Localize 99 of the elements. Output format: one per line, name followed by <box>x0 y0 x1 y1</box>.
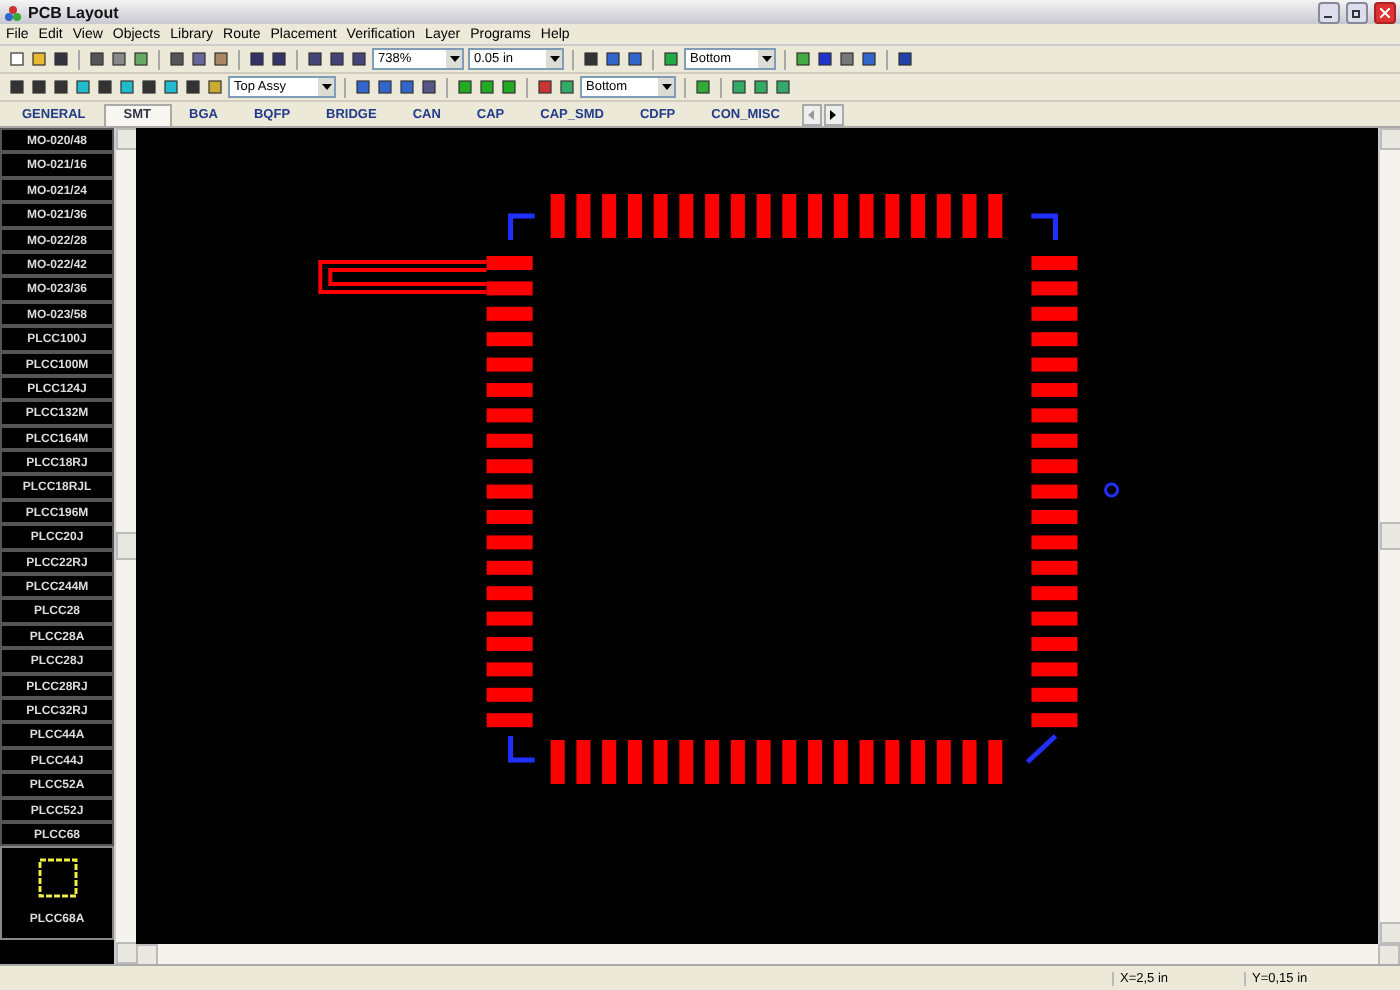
smd-pad <box>1031 713 1078 728</box>
smd-pad <box>486 357 533 372</box>
smd-pad <box>550 194 565 238</box>
smd-pad <box>602 194 617 238</box>
smd-pad <box>486 433 533 448</box>
smd-pad <box>988 194 1003 238</box>
smd-pad <box>1031 662 1078 677</box>
smd-pad <box>486 459 533 474</box>
smd-pad <box>1031 535 1078 550</box>
smd-pad <box>486 281 533 296</box>
smd-pad <box>486 510 533 524</box>
origin-marker <box>1104 482 1120 498</box>
smd-pad <box>627 194 642 238</box>
right-arrow-icon <box>830 110 837 120</box>
smd-pad <box>756 194 771 238</box>
dropdown-arrow-icon <box>449 56 459 62</box>
vertical-scrollbar[interactable] <box>1378 128 1400 944</box>
smd-pad <box>1031 408 1078 423</box>
smd-pad <box>730 740 745 784</box>
horizontal-scrollbar[interactable] <box>136 944 1400 964</box>
smd-pad <box>679 740 694 784</box>
smd-pad <box>627 740 642 784</box>
smd-pad <box>486 256 533 270</box>
smd-pad <box>911 740 926 784</box>
smd-pad <box>1031 611 1078 626</box>
smd-pad <box>808 194 823 238</box>
smd-pad <box>859 740 874 784</box>
dropdown-arrow-icon <box>321 84 331 90</box>
smd-pad <box>808 740 823 784</box>
smd-pad <box>486 611 533 626</box>
smd-pad <box>486 560 533 575</box>
smd-pad <box>782 740 797 784</box>
smd-pad <box>1031 510 1078 524</box>
smd-pad <box>1031 281 1078 296</box>
smd-pad <box>486 687 533 702</box>
smd-pad <box>962 740 977 784</box>
smd-pad <box>486 383 533 397</box>
left-arrow-icon <box>808 110 815 120</box>
smd-pad <box>1031 357 1078 372</box>
smd-pad <box>602 740 617 784</box>
smd-pad <box>705 740 720 784</box>
scroll-right-button[interactable] <box>823 104 844 126</box>
smd-pad <box>936 740 951 784</box>
smd-pad <box>911 194 926 238</box>
smd-pad <box>486 535 533 550</box>
smd-pad <box>486 662 533 677</box>
smd-pad <box>730 194 745 238</box>
app-icon <box>4 3 22 21</box>
smd-pad <box>1031 459 1078 474</box>
smd-pad <box>1031 586 1078 601</box>
dropdown-arrow-icon <box>549 56 559 62</box>
smd-pad <box>486 586 533 601</box>
smd-pad <box>1031 560 1078 575</box>
smd-pad <box>833 740 848 784</box>
smd-pad <box>1031 306 1078 321</box>
smd-pad <box>486 332 533 347</box>
smd-pad <box>486 306 533 321</box>
smd-pad <box>885 194 900 238</box>
minimize-button[interactable] <box>1318 1 1340 23</box>
smd-pad <box>1031 383 1078 397</box>
smd-pad <box>833 194 848 238</box>
pcb-canvas[interactable] <box>136 128 1378 944</box>
smd-pad <box>962 194 977 238</box>
smd-pad <box>859 194 874 238</box>
footprint-preview-icon <box>35 856 79 901</box>
smd-pad <box>756 740 771 784</box>
smd-pad <box>988 740 1003 784</box>
smd-pad <box>1031 433 1078 448</box>
smd-pad <box>1031 484 1078 499</box>
smd-pad <box>576 194 591 238</box>
smd-pad <box>1031 332 1078 347</box>
smd-pad <box>782 194 797 238</box>
smd-pad <box>576 740 591 784</box>
smd-pad <box>653 740 668 784</box>
smd-pad <box>1031 637 1078 651</box>
smd-pad <box>486 637 533 651</box>
corner-mark <box>1031 213 1058 240</box>
smd-pad <box>936 194 951 238</box>
smd-pad <box>486 713 533 728</box>
pin-one-mark <box>1025 734 1058 764</box>
smd-pad <box>1031 256 1078 270</box>
smd-pad <box>679 194 694 238</box>
smd-pad <box>705 194 720 238</box>
sidebar-scrollbar[interactable] <box>114 128 136 964</box>
smd-pad <box>550 740 565 784</box>
corner-mark <box>508 213 535 240</box>
close-button[interactable] <box>1374 1 1396 23</box>
smd-pad <box>486 484 533 499</box>
window-title: PCB Layout <box>28 3 121 21</box>
restore-icon <box>1352 7 1362 17</box>
close-icon <box>1380 7 1390 17</box>
smd-pad <box>653 194 668 238</box>
restore-button[interactable] <box>1346 1 1368 23</box>
corner-mark <box>508 736 535 763</box>
dropdown-arrow-icon <box>761 56 771 62</box>
smd-pad <box>1031 687 1078 702</box>
dropdown-arrow-icon <box>661 84 671 90</box>
smd-pad <box>486 408 533 423</box>
smd-pad <box>885 740 900 784</box>
